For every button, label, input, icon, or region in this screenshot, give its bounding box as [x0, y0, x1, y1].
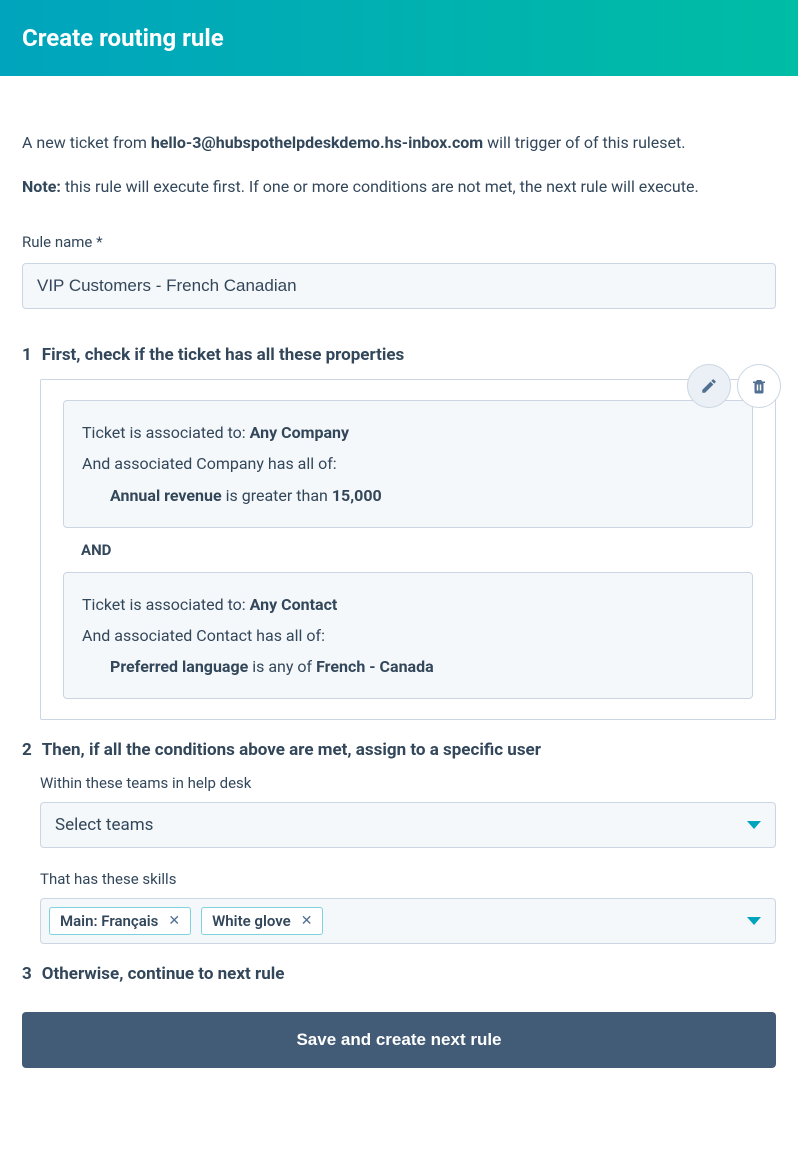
save-and-create-next-button[interactable]: Save and create next rule [22, 1012, 776, 1068]
condition-line: Preferred language is any of French - Ca… [82, 651, 734, 682]
step-1-title: 1 First, check if the ticket has all the… [22, 345, 776, 365]
step-1: 1 First, check if the ticket has all the… [22, 345, 776, 720]
skill-tag-label: White glove [212, 912, 291, 930]
page-header: Create routing rule [0, 0, 798, 76]
condition-line: And associated Contact has all of: [82, 620, 734, 651]
skill-tag: White glove ✕ [201, 907, 323, 935]
step-2: 2 Then, if all the conditions above are … [22, 740, 776, 944]
step-1-heading: First, check if the ticket has all these… [42, 345, 405, 365]
condition-line: Ticket is associated to: Any Company [82, 417, 734, 448]
step-1-number: 1 [22, 345, 32, 365]
intro-text: A new ticket from hello-3@hubspothelpdes… [22, 130, 776, 156]
note-text: Note: this rule will execute first. If o… [22, 174, 776, 200]
trash-icon [750, 377, 768, 395]
condition-line: Annual revenue is greater than 15,000 [82, 480, 734, 511]
step-3-number: 3 [22, 964, 32, 984]
intro-email: hello-3@hubspothelpdeskdemo.hs-inbox.com [151, 133, 483, 152]
condition-line: Ticket is associated to: Any Contact [82, 589, 734, 620]
skill-tag-label: Main: Français [60, 912, 158, 930]
step-3: 3 Otherwise, continue to next rule [22, 964, 776, 984]
and-separator: AND [63, 528, 753, 572]
delete-button[interactable] [737, 364, 781, 408]
remove-tag-button[interactable]: ✕ [301, 913, 313, 929]
chevron-down-icon [747, 917, 761, 925]
page-title: Create routing rule [22, 24, 776, 52]
step-3-heading: Otherwise, continue to next rule [42, 964, 285, 984]
step-2-title: 2 Then, if all the conditions above are … [22, 740, 776, 760]
condition-group-1: Ticket is associated to: Any Company And… [63, 400, 753, 528]
skill-tag: Main: Français ✕ [49, 907, 191, 935]
skills-select[interactable]: Main: Français ✕ White glove ✕ [40, 898, 776, 944]
condition-line: And associated Company has all of: [82, 448, 734, 479]
note-label: Note: [22, 177, 61, 196]
chevron-down-icon [747, 821, 761, 829]
condition-actions [687, 364, 781, 408]
edit-button[interactable] [687, 364, 731, 408]
rule-name-label: Rule name * [22, 233, 776, 251]
condition-group-2: Ticket is associated to: Any Contact And… [63, 572, 753, 700]
pencil-icon [700, 377, 718, 395]
skills-tags: Main: Français ✕ White glove ✕ [49, 907, 323, 935]
intro-suffix: will trigger of of this ruleset. [483, 133, 685, 152]
content: A new ticket from hello-3@hubspothelpdes… [0, 76, 798, 1090]
intro-prefix: A new ticket from [22, 133, 151, 152]
teams-select[interactable]: Select teams [40, 802, 776, 848]
teams-label: Within these teams in help desk [40, 774, 776, 792]
conditions-container: Ticket is associated to: Any Company And… [40, 379, 776, 720]
rule-name-input[interactable] [22, 263, 776, 309]
remove-tag-button[interactable]: ✕ [168, 913, 180, 929]
step-2-number: 2 [22, 740, 32, 760]
skills-label: That has these skills [40, 870, 776, 888]
teams-placeholder: Select teams [55, 815, 153, 835]
skills-block: That has these skills Main: Français ✕ W… [40, 870, 776, 944]
note-body: this rule will execute first. If one or … [61, 177, 699, 196]
step-2-body: Within these teams in help desk Select t… [40, 774, 776, 944]
step-2-heading: Then, if all the conditions above are me… [42, 740, 541, 760]
